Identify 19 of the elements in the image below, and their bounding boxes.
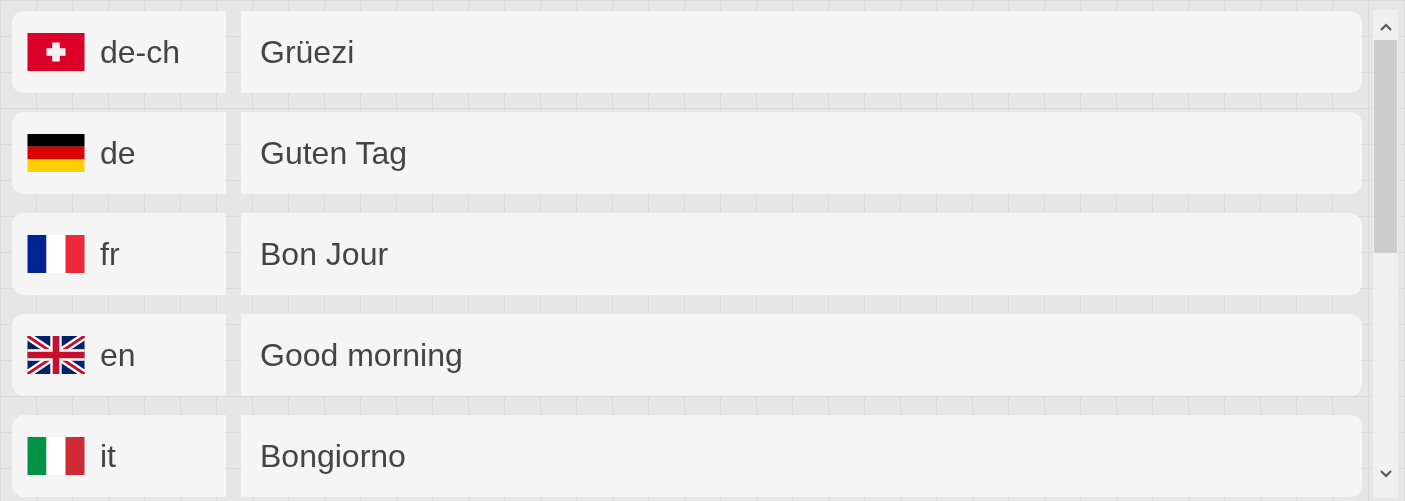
language-code: it	[100, 437, 116, 476]
language-code: fr	[100, 235, 120, 274]
scrollbar[interactable]	[1373, 10, 1398, 498]
cross-flag-icon	[27, 33, 85, 71]
greeting-text: Bongiorno	[260, 437, 406, 476]
tricolor-flag-icon	[27, 437, 85, 475]
language-code: en	[100, 336, 136, 375]
union-flag-icon	[27, 336, 85, 374]
greeting-text: Guten Tag	[260, 134, 408, 173]
greeting-text: Good morning	[260, 336, 463, 375]
tricolor-flag-icon	[27, 235, 85, 273]
greeting-text: Bon Jour	[260, 235, 389, 274]
greeting-text: Grüezi	[260, 33, 355, 72]
scroll-down-icon[interactable]	[1379, 470, 1392, 478]
language-code: de	[100, 134, 136, 173]
language-code: de-ch	[100, 33, 181, 72]
tricolor-flag-icon	[27, 134, 85, 172]
scrollbar-thumb[interactable]	[1374, 40, 1397, 253]
scroll-up-icon[interactable]	[1379, 23, 1392, 31]
